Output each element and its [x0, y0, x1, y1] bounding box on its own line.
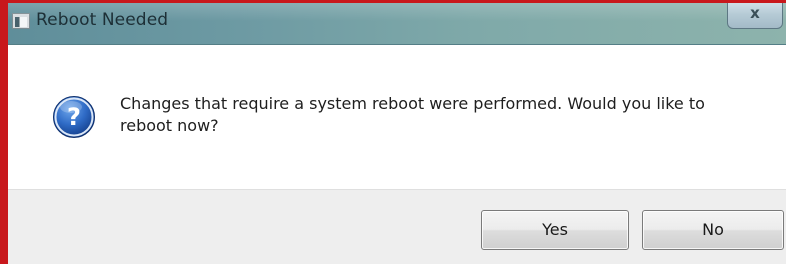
question-icon: ?	[53, 96, 95, 138]
app-icon-right-pane	[19, 17, 27, 27]
close-button[interactable]: x	[727, 3, 783, 29]
title-bar[interactable]: Reboot Needed x	[8, 3, 786, 45]
message-text: Changes that require a system reboot wer…	[120, 94, 705, 135]
app-window-icon	[12, 13, 30, 29]
close-icon: x	[750, 4, 760, 22]
no-button[interactable]: No	[642, 210, 784, 250]
window-title: Reboot Needed	[36, 10, 169, 30]
dialog-content: ? Changes that require a system reboot w…	[8, 45, 786, 189]
yes-button[interactable]: Yes	[481, 210, 629, 250]
button-bar: Yes No	[8, 189, 786, 264]
svg-text:?: ?	[67, 103, 81, 131]
dialog-window: Reboot Needed x ? Changes that require a…	[0, 0, 786, 264]
